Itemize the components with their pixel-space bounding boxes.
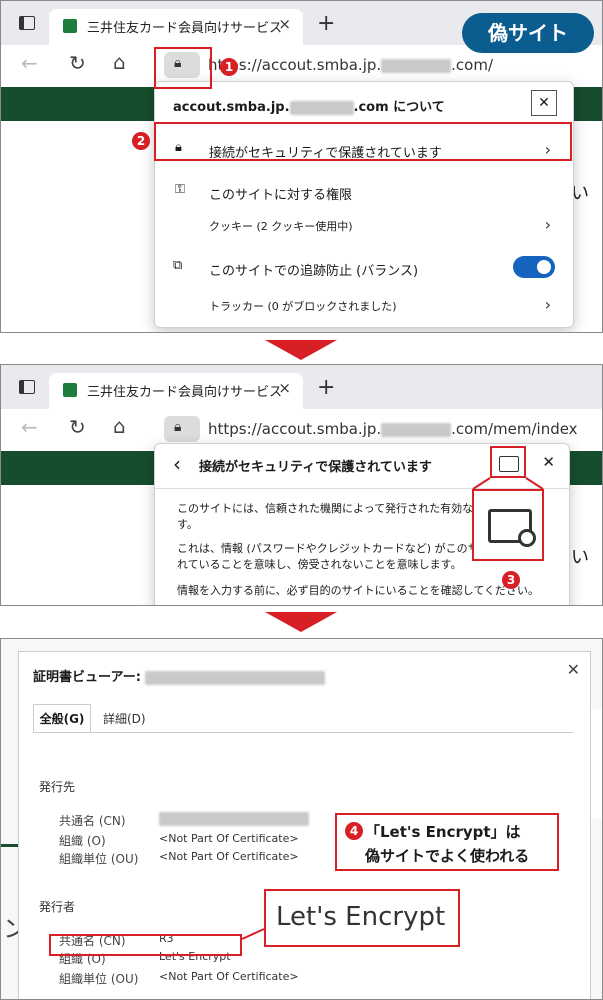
tab-actions-icon[interactable] <box>19 16 35 30</box>
zoomed-issuer-box: Let's Encrypt <box>264 889 460 947</box>
zoomed-issuer-text: Let's Encrypt <box>276 902 446 932</box>
url-redacted <box>381 58 452 73</box>
browser-panel-2: 三井住友カード会員向けサービス × + ← ↻ ⌂ 🔒︎ https://acc… <box>0 364 603 606</box>
chevron-right-icon: › <box>544 215 551 234</box>
tracking-prevention-item: ⧉ このサイトでの追跡防止 (バランス) <box>155 254 573 282</box>
annotation-note-line-2: 偽サイトでよく使われる <box>365 847 530 865</box>
annotation-badge-2: 2 <box>132 132 150 150</box>
annotation-note-line-1: 「Let's Encrypt」は <box>365 823 521 841</box>
url-suffix: .com/ <box>451 56 494 74</box>
annotation-badge-1: 1 <box>220 58 238 76</box>
zoomed-certificate-box <box>472 489 544 561</box>
home-icon[interactable]: ⌂ <box>113 50 126 74</box>
popup-title: accout.smba.jp. .com について <box>173 100 445 115</box>
new-tab-icon[interactable]: + <box>317 11 335 36</box>
cookies-item[interactable]: クッキー (2 クッキー使用中) › <box>155 212 573 240</box>
annotation-badge-3: 3 <box>502 571 520 589</box>
tracking-icon: ⧉ <box>173 258 183 273</box>
chevron-right-icon: › <box>544 295 551 314</box>
fake-site-badge: 偽サイト <box>462 13 594 53</box>
certificate-panel: ン 証明書ビューアー: ✕ 全般(G) 詳細(D) 発行先 共通名 (CN) 組… <box>0 638 603 1000</box>
highlight-secure-connection <box>154 122 572 161</box>
highlight-lock-button <box>154 47 212 89</box>
key-icon: ⚿ <box>175 182 185 197</box>
tab-title: 三井住友カード会員向けサービス <box>87 21 283 36</box>
browser-tab[interactable]: 三井住友カード会員向けサービス × <box>49 9 303 45</box>
browser-panel-1: 三井住友カード会員向けサービス × + ← ↻ ⌂ 🔒︎ https://acc… <box>0 0 603 333</box>
site-permissions-item[interactable]: ⚿ このサイトに対する権限 <box>155 178 573 206</box>
refresh-icon[interactable]: ↻ <box>69 51 86 75</box>
tracking-toggle[interactable] <box>513 256 555 278</box>
zoom-connector-lines <box>472 477 544 490</box>
favicon-icon <box>63 19 77 33</box>
annotation-note-box: 4 「Let's Encrypt」は 偽サイトでよく使われる <box>335 813 559 871</box>
trackers-item[interactable]: トラッカー (0 がブロックされました) › <box>155 292 573 320</box>
address-bar[interactable]: https://accout.smba.jp. .com/ <box>208 56 493 74</box>
flow-arrow-2 <box>265 612 337 632</box>
back-icon[interactable]: ← <box>21 51 38 75</box>
certificate-seal-icon <box>518 529 536 547</box>
tab-close-icon[interactable]: × <box>278 15 291 33</box>
site-info-popup: accout.smba.jp. .com について ✕ 🔒︎ 接続がセキュリティで… <box>154 81 574 328</box>
popup-close-button[interactable]: ✕ <box>531 90 557 116</box>
flow-arrow-1 <box>265 340 337 360</box>
annotation-badge-4: 4 <box>345 822 363 840</box>
